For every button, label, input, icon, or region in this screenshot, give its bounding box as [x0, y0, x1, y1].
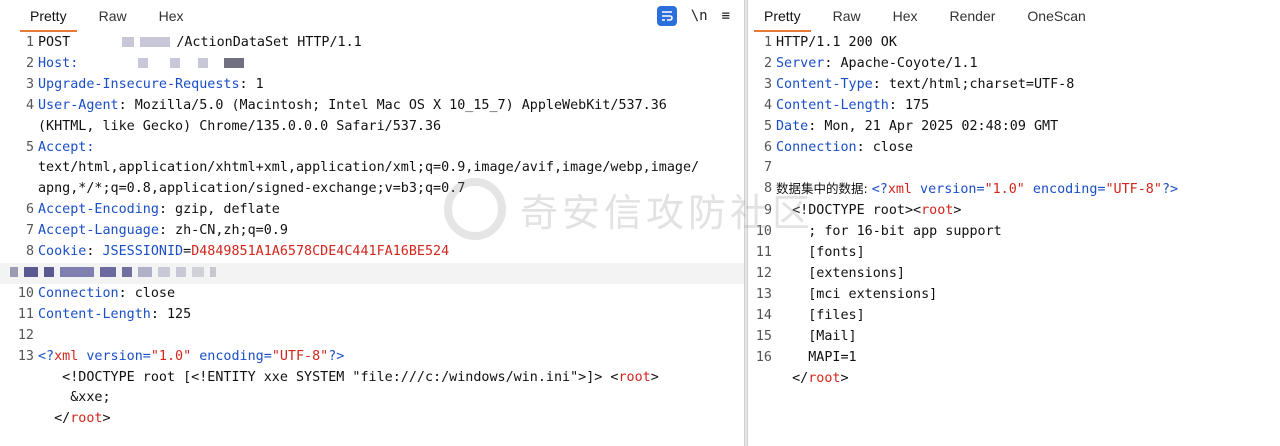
tab-hex[interactable]: Hex	[143, 8, 200, 32]
tab-pretty[interactable]: Pretty	[748, 8, 817, 32]
request-editor[interactable]: 1 POST /ActionDataSet HTTP/1.1 2 Host: 3 Up…	[0, 32, 744, 430]
tab-hex[interactable]: Hex	[877, 8, 934, 32]
code-line: 6 Connection: close	[763, 139, 914, 155]
wrap-lines-icon[interactable]	[656, 6, 677, 26]
code-line: 11 Content-Length: 125	[17, 306, 192, 322]
code-line: 4 User-Agent: Mozilla/5.0 (Macintosh; Int…	[25, 97, 667, 113]
code-line: 12	[17, 327, 34, 343]
code-line: 9 <!DOCTYPE root><root>	[763, 203, 962, 219]
tab-onescan[interactable]: OneScan	[1011, 8, 1101, 32]
code-line: 16 MAPI=1	[755, 349, 857, 365]
request-tabs: Pretty Raw Hex \n ≡	[0, 0, 744, 32]
code-line: 3 Content-Type: text/html;charset=UTF-8	[763, 76, 1075, 92]
tab-raw[interactable]: Raw	[817, 8, 877, 32]
code-line: 7 Accept-Language: zh-CN,zh;q=0.9	[25, 223, 288, 239]
code-line: 15 [Mail]	[755, 328, 857, 344]
menu-icon[interactable]: ≡	[722, 8, 730, 24]
code-line: 8 Cookie: JSESSIONID=D4849851A1A6578CDE4C…	[25, 244, 450, 260]
code-line: 13 <?xml version="1.0" encoding="UTF-8"?>	[17, 348, 345, 364]
redacted-line	[0, 262, 744, 284]
response-tabs: Pretty Raw Hex Render OneScan	[748, 0, 1280, 32]
code-line: 12 [extensions]	[755, 265, 905, 281]
code-line: 4 Content-Length: 175	[763, 97, 930, 113]
code-line: 6 Accept-Encoding: gzip, deflate	[25, 202, 280, 218]
tab-render[interactable]: Render	[934, 8, 1012, 32]
tab-pretty[interactable]: Pretty	[14, 8, 83, 32]
code-line: 7	[763, 160, 772, 176]
redacted-block	[140, 37, 171, 47]
code-line: 5 Accept:	[25, 139, 95, 155]
code-line: 2 Host:	[0, 54, 744, 75]
response-pane: Pretty Raw Hex Render OneScan 1 HTTP/1.1 …	[748, 0, 1280, 446]
code-line: 8 数据集中的数据: <?xml version="1.0" encoding="…	[763, 181, 1179, 198]
code-line: 2 Server: Apache-Coyote/1.1	[763, 55, 978, 71]
redacted-block	[122, 37, 135, 47]
code-line: 14 [files]	[755, 307, 865, 323]
code-line: 11 [fonts]	[755, 245, 865, 261]
code-line: 1 POST /ActionDataSet HTTP/1.1	[25, 35, 362, 50]
request-pane: Pretty Raw Hex \n ≡ 1 POST /ActionDataSet…	[0, 0, 744, 446]
code-line: 1 HTTP/1.1 200 OK	[763, 35, 897, 50]
code-line: 10 Connection: close	[17, 285, 176, 301]
code-line: 5 Date: Mon, 21 Apr 2025 02:48:09 GMT	[763, 118, 1059, 134]
show-newlines-button[interactable]: \n	[691, 8, 708, 24]
request-toolbar: \n ≡	[656, 6, 730, 26]
tab-raw[interactable]: Raw	[83, 8, 143, 32]
code-line: 3 Upgrade-Insecure-Requests: 1	[25, 76, 264, 92]
code-line: 10 ; for 16-bit app support	[755, 224, 1002, 240]
response-editor[interactable]: 1 HTTP/1.1 200 OK 2 Server: Apache-Coyote/…	[748, 32, 1280, 389]
code-line: 13 [mci extensions]	[755, 286, 938, 302]
